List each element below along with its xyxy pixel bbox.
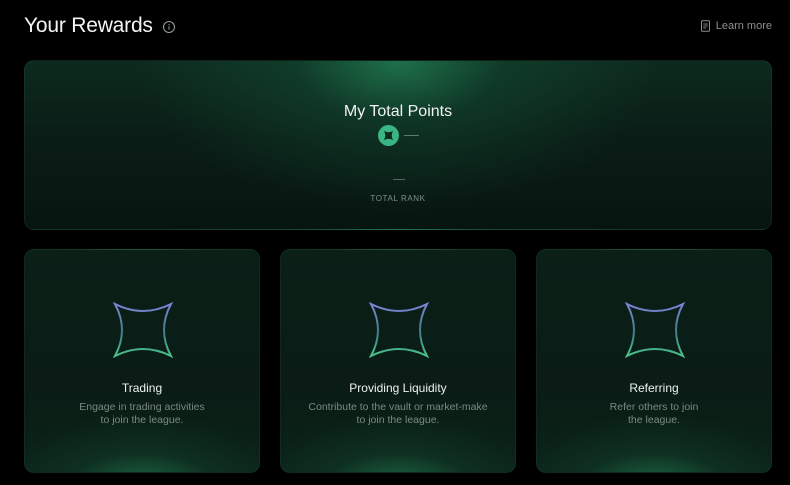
category-description-line: Refer others to join — [609, 401, 699, 413]
learn-more-label: Learn more — [715, 20, 772, 32]
category-title: Referring — [629, 381, 679, 395]
learn-more-link[interactable]: Learn more — [700, 20, 772, 32]
star-icon — [113, 302, 173, 358]
category-card-trading[interactable]: Trading Engage in trading activities to … — [24, 249, 260, 473]
header: Your Rewards Learn more — [24, 12, 772, 40]
total-points-title: My Total Points — [343, 103, 453, 120]
category-description-line: Engage in trading activities — [79, 401, 205, 413]
points-row — [25, 125, 771, 146]
category-card-providing-liquidity[interactable]: Providing Liquidity Contribute to the va… — [280, 249, 516, 473]
star-icon — [625, 302, 685, 358]
title-group: Your Rewards — [24, 14, 176, 38]
rank-value-placeholder — [393, 179, 405, 180]
document-icon — [700, 20, 711, 32]
category-description: Contribute to the vault or market-make t… — [299, 401, 497, 427]
category-description: Engage in trading activities to join the… — [43, 401, 241, 427]
category-description: Refer others to join the league. — [555, 401, 753, 427]
points-value-placeholder — [403, 135, 419, 136]
page-title: Your Rewards — [24, 14, 153, 37]
category-description-line: to join the league. — [356, 414, 440, 426]
category-title: Trading — [121, 381, 163, 395]
category-description-line: the league. — [628, 414, 680, 426]
star-icon — [369, 302, 429, 358]
info-icon[interactable] — [162, 20, 176, 34]
total-points-card: My Total Points TOTAL RANK — [24, 60, 772, 230]
rank-label: TOTAL RANK — [370, 194, 426, 203]
points-icon — [377, 125, 399, 146]
category-description-line: to join the league. — [100, 414, 184, 426]
category-title: Providing Liquidity — [349, 381, 447, 395]
category-description-line: Contribute to the vault or market-make — [308, 401, 488, 413]
category-card-referring[interactable]: Referring Refer others to join the leagu… — [536, 249, 772, 473]
rewards-page: Your Rewards Learn more My Total Points … — [0, 0, 790, 485]
